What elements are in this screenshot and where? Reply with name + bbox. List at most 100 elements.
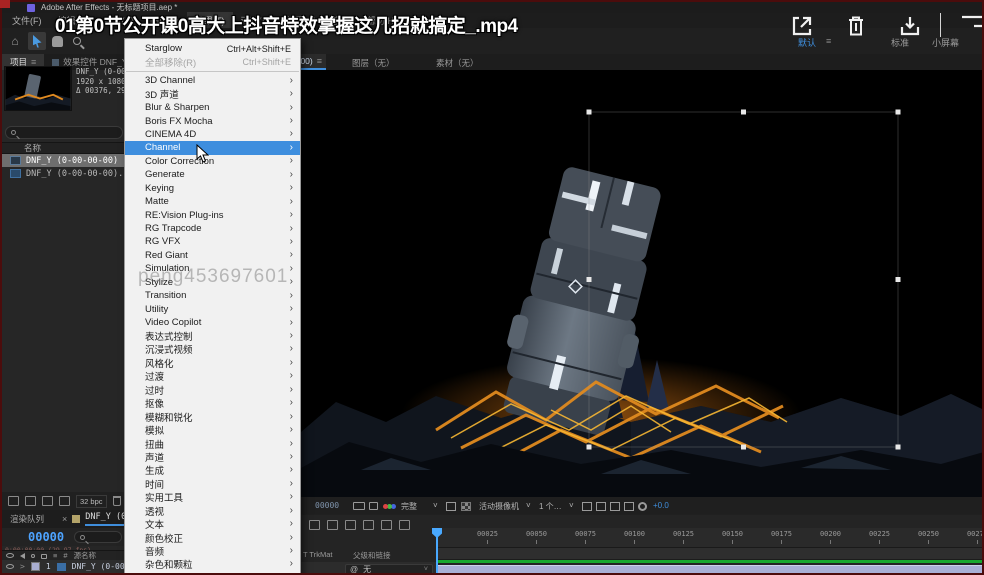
effects-menu-category[interactable]: Channel › — [125, 141, 300, 154]
view-layout-dropdown[interactable]: 1 个… — [539, 501, 562, 512]
effects-menu-category[interactable]: Keying › — [125, 182, 300, 195]
time-ruler[interactable]: 00025 00050 00075 00100 00125 00150 0017… — [437, 528, 982, 548]
region-of-interest-icon[interactable] — [446, 502, 456, 511]
effects-menu-category[interactable]: 3D Channel › — [125, 74, 300, 87]
effects-menu-item[interactable]: 全部移除(R) Ctrl+Shift+E — [125, 56, 300, 70]
show-snapshot-icon[interactable] — [369, 502, 378, 510]
hide-shy-layers-icon[interactable] — [345, 520, 356, 530]
effects-menu-category[interactable]: 时间 › — [125, 477, 300, 490]
snapshot-camera-icon[interactable] — [353, 502, 365, 510]
effects-menu-category[interactable]: 过时 › — [125, 383, 300, 396]
delete-icon[interactable] — [844, 14, 868, 38]
download-icon[interactable] — [898, 14, 922, 38]
effects-menu-category[interactable]: 生成 › — [125, 464, 300, 477]
exposure-value[interactable]: +0.0 — [653, 501, 669, 510]
ruler-icon[interactable] — [596, 502, 606, 511]
draft-3d-icon[interactable] — [327, 520, 338, 530]
effects-menu-category[interactable]: 声道 › — [125, 450, 300, 463]
pixel-aspect-icon[interactable] — [624, 502, 634, 511]
tab-layer[interactable]: 图层（无） — [352, 57, 395, 69]
effects-menu-category[interactable]: Matte › — [125, 195, 300, 208]
menubar-item[interactable]: 文件(F) — [4, 12, 50, 29]
effects-menu-category[interactable]: 模糊和锐化 › — [125, 410, 300, 423]
comp-timecode[interactable]: 00000 — [315, 501, 339, 510]
project-search-input[interactable] — [5, 126, 123, 139]
effects-menu-category[interactable]: RE:Vision Plug-ins › — [125, 208, 300, 221]
effects-menu-category[interactable]: Red Giant › — [125, 249, 300, 262]
effects-menu-category[interactable]: RG VFX › — [125, 235, 300, 248]
graph-editor-icon[interactable] — [399, 520, 410, 530]
effects-menu-category[interactable]: 音频 › — [125, 544, 300, 557]
ruler-label: 00050 — [512, 530, 561, 544]
delete-icon[interactable] — [113, 496, 121, 506]
effects-menu-category[interactable]: 沉浸式视频 › — [125, 343, 300, 356]
effects-menu-category[interactable]: 文本 › — [125, 517, 300, 530]
effects-menu-category[interactable]: 实用工具 › — [125, 491, 300, 504]
lock-icon[interactable] — [41, 554, 47, 559]
transparency-grid-icon[interactable] — [461, 502, 471, 511]
effects-menu-category[interactable]: 透视 › — [125, 504, 300, 517]
frame-blend-icon[interactable] — [363, 520, 374, 530]
bit-depth-button[interactable]: 32 bpc — [76, 495, 107, 508]
solo-icon[interactable] — [31, 554, 35, 558]
effects-menu-category[interactable]: Generate › — [125, 168, 300, 181]
effects-menu-category[interactable]: Boris FX Mocha › — [125, 114, 300, 127]
close-tab-icon[interactable]: × — [62, 514, 67, 524]
timeline-search-input[interactable] — [74, 531, 122, 543]
composition-mini-flowchart-icon[interactable] — [309, 520, 320, 530]
audio-icon[interactable] — [20, 553, 25, 559]
effects-menu-category[interactable]: 风格化 › — [125, 356, 300, 369]
interpret-footage-icon[interactable] — [8, 496, 19, 506]
effects-menu-category[interactable]: 模拟 › — [125, 423, 300, 436]
layer-duration-bar[interactable] — [437, 565, 982, 575]
adjust-project-icon[interactable] — [59, 496, 70, 506]
effects-menu-category[interactable]: 表达式控制 › — [125, 329, 300, 342]
effects-menu-category[interactable]: 3D 声道 › — [125, 87, 300, 100]
workspace-small-screen[interactable]: 小屏幕 — [932, 36, 959, 49]
workspace-menu-icon[interactable]: ≡ — [826, 36, 831, 46]
parent-dropdown[interactable]: @ 无 ˅ — [345, 564, 433, 575]
parent-link-column[interactable]: 父级和链接 — [353, 550, 391, 561]
effects-menu-category[interactable]: Color Correction › — [125, 155, 300, 168]
fast-preview-gear-icon[interactable] — [638, 502, 647, 511]
effects-menu-category[interactable]: CINEMA 4D › — [125, 128, 300, 141]
effects-menu-category[interactable]: Video Copilot › — [125, 316, 300, 329]
selection-tool-button[interactable] — [28, 32, 46, 50]
layer-label-swatch[interactable] — [31, 562, 40, 571]
current-time-indicator[interactable] — [432, 528, 442, 538]
work-area-bar[interactable] — [437, 548, 982, 560]
composition-viewport[interactable] — [301, 70, 984, 497]
new-composition-icon[interactable] — [42, 496, 53, 506]
active-camera-dropdown[interactable]: 活动摄像机 — [479, 501, 519, 512]
resolution-dropdown[interactable]: 完整 — [401, 501, 417, 512]
effects-menu-category[interactable]: Transition › — [125, 289, 300, 302]
effects-menu-category[interactable]: Utility › — [125, 302, 300, 315]
motion-blur-icon[interactable] — [381, 520, 392, 530]
effects-menu-category[interactable]: 杂色和颗粒 › — [125, 558, 300, 571]
twirl-icon[interactable]: > — [20, 562, 25, 571]
layer-visibility-icon[interactable] — [6, 564, 14, 569]
effects-menu-category[interactable]: 遮罩 › — [125, 571, 300, 575]
tab-render-queue[interactable]: 渲染队列 — [2, 513, 52, 525]
trkmat-column[interactable]: T TrkMat — [303, 550, 332, 559]
current-time-display[interactable]: 00000 — [28, 530, 64, 544]
home-button[interactable]: ⌂ — [6, 32, 24, 50]
channels-icon[interactable] — [383, 504, 388, 509]
footage-type-icon — [10, 169, 21, 178]
pickwhip-icon[interactable]: @ — [350, 565, 358, 574]
effects-menu-category[interactable]: Blur & Sharpen › — [125, 101, 300, 114]
panel-menu-icon[interactable]: ≡ — [317, 56, 322, 66]
effects-menu-category[interactable]: 颜色校正 › — [125, 531, 300, 544]
flag-icon[interactable] — [960, 14, 984, 38]
effects-menu-item[interactable]: Starglow Ctrl+Alt+Shift+E — [125, 42, 300, 56]
share-icon[interactable] — [790, 14, 814, 38]
grid-guides-icon[interactable] — [582, 502, 592, 511]
tab-footage[interactable]: 素材（无） — [436, 57, 479, 69]
mask-visibility-icon[interactable] — [610, 502, 620, 511]
effects-menu-category[interactable]: 抠像 › — [125, 397, 300, 410]
effects-menu-category[interactable]: 过渡 › — [125, 370, 300, 383]
effects-menu-category[interactable]: RG Trapcode › — [125, 222, 300, 235]
video-visibility-icon[interactable] — [6, 553, 14, 558]
effects-menu-category[interactable]: 扭曲 › — [125, 437, 300, 450]
new-folder-icon[interactable] — [25, 496, 36, 506]
